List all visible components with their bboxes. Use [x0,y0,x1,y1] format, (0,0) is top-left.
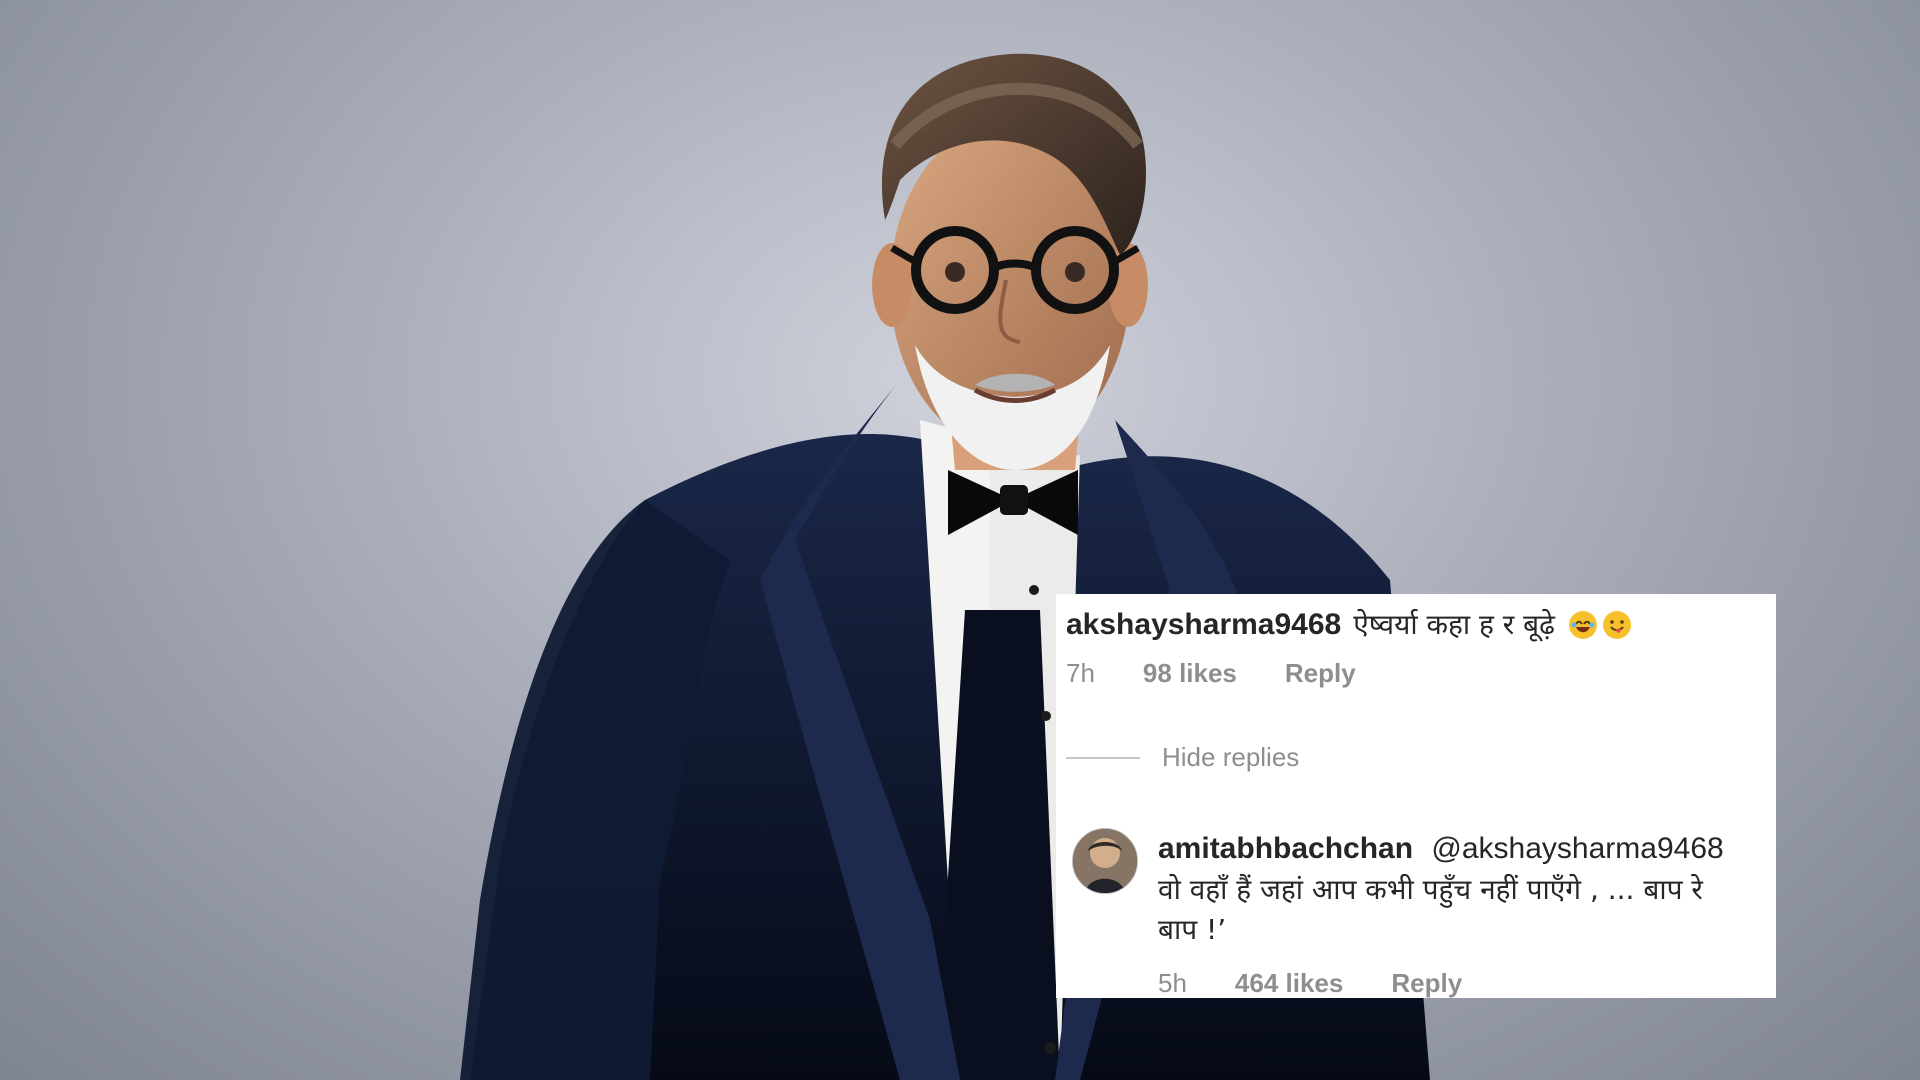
comment-likes[interactable]: 98 likes [1143,658,1237,689]
laughing-face-icon [1568,611,1597,639]
comment-username[interactable]: akshaysharma9468 [1066,604,1341,646]
reply-text: वो वहाँ हैं जहां आप कभी पहुँच नहीं पाएँग… [1158,873,1703,946]
avatar[interactable] [1072,828,1138,894]
comment-emojis [1567,609,1633,641]
instagram-comment-card: akshaysharma9468 ऐष्वर्या कहा ह र बूढ़े [1056,594,1776,998]
news-graphic: akshaysharma9468 ऐष्वर्या कहा ह र बूढ़े [0,0,1920,1080]
reply-meta: 5h 464 likes Reply [1158,968,1462,998]
tongue-face-icon [1602,611,1631,639]
reply-reply-button[interactable]: Reply [1391,968,1462,998]
reply-header: amitabhbachchan @akshaysharma9468 [1158,828,1776,870]
comment-time: 7h [1066,658,1095,688]
reply-thread-line [1066,756,1140,759]
hide-replies-row[interactable]: Hide replies [1066,742,1299,773]
comment-text: ऐष्वर्या कहा ह र बूढ़े [1353,608,1555,641]
reply-likes[interactable]: 464 likes [1235,968,1343,998]
comment-line: akshaysharma9468 ऐष्वर्या कहा ह र बूढ़े [1066,604,1756,646]
avatar-image [1073,829,1137,893]
reply-mention[interactable]: @akshaysharma9468 [1431,832,1723,865]
hide-replies-link[interactable]: Hide replies [1162,742,1299,773]
reply-time: 5h [1158,968,1187,998]
reply-username[interactable]: amitabhbachchan [1158,832,1413,865]
comment-original: akshaysharma9468 ऐष्वर्या कहा ह र बूढ़े [1066,604,1756,689]
comment-meta: 7h 98 likes Reply [1066,658,1756,689]
comment-reply-button[interactable]: Reply [1285,658,1356,689]
reply-content: amitabhbachchan @akshaysharma9468 वो वहा… [1158,828,1776,950]
